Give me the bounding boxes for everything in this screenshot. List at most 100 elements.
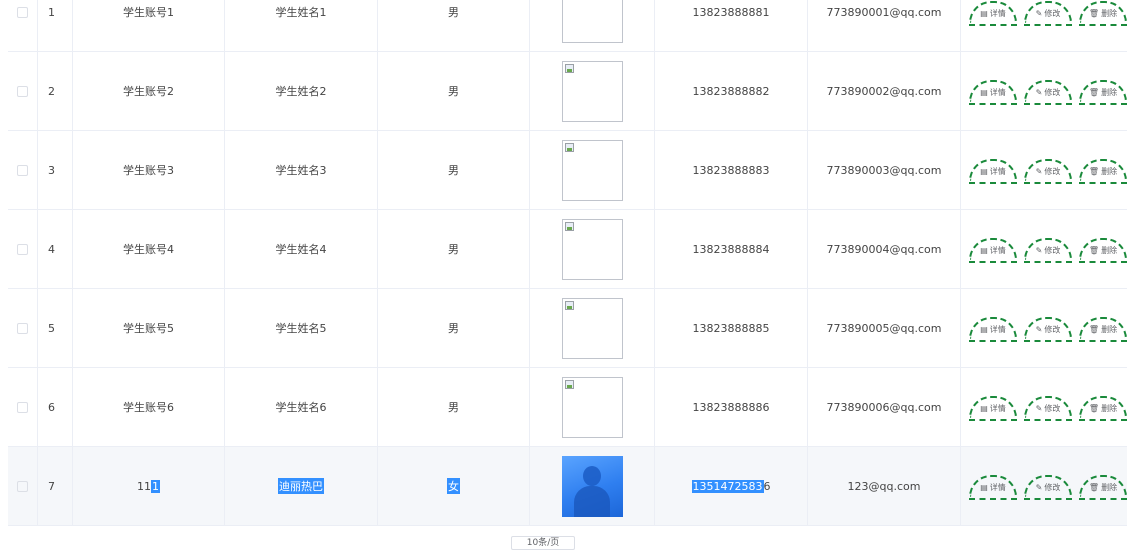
table-row: 2 学生账号2 学生姓名2 男 13823888882 773890002@qq…	[8, 52, 1127, 131]
row-checkbox[interactable]	[17, 6, 28, 18]
broken-image	[561, 297, 623, 359]
row-actions: ▤ 详情 ✎ 修改 🗑 删除	[961, 289, 1127, 367]
cell-phone: 1351472583 6	[655, 447, 808, 525]
pencil-icon: ✎	[1035, 404, 1043, 413]
detail-button[interactable]: ▤ 详情	[969, 317, 1017, 342]
pencil-icon: ✎	[1035, 325, 1043, 334]
cell-phone: 13823888884	[655, 210, 808, 288]
broken-image-icon	[564, 63, 574, 73]
trash-icon: 🗑	[1088, 325, 1100, 334]
broken-image	[561, 376, 623, 438]
row-actions: ▤ 详情 ✎ 修改 🗑 删除	[961, 0, 1127, 51]
row-index: 3	[38, 131, 73, 209]
cell-account: 学生账号4	[73, 210, 225, 288]
edit-button[interactable]: ✎ 修改	[1024, 238, 1072, 263]
document-icon: ▤	[980, 9, 988, 18]
trash-icon: 🗑	[1088, 246, 1100, 255]
document-icon: ▤	[980, 404, 988, 413]
detail-button[interactable]: ▤ 详情	[969, 80, 1017, 105]
row-actions: ▤ 详情 ✎ 修改 🗑 删除	[961, 131, 1127, 209]
pencil-icon: ✎	[1035, 167, 1043, 176]
broken-image-icon	[564, 221, 574, 231]
trash-icon: 🗑	[1088, 88, 1100, 97]
document-icon: ▤	[980, 167, 988, 176]
selected-text: 1351472583	[691, 479, 764, 493]
student-table: 1 学生账号1 学生姓名1 男 13823888881 773890001@qq…	[8, 0, 1127, 526]
selected-text: 迪丽热巴	[278, 478, 324, 494]
edit-button[interactable]: ✎ 修改	[1024, 1, 1072, 26]
row-checkbox[interactable]	[17, 401, 28, 413]
cell-sex: 男	[378, 131, 530, 209]
pencil-icon: ✎	[1035, 9, 1043, 18]
cell-phone: 13823888885	[655, 289, 808, 367]
delete-button[interactable]: 🗑 删除	[1079, 159, 1127, 184]
detail-button[interactable]: ▤ 详情	[969, 396, 1017, 421]
row-checkbox[interactable]	[17, 480, 28, 492]
detail-button[interactable]: ▤ 详情	[969, 159, 1017, 184]
selected-text: 1	[151, 479, 160, 493]
cell-account: 学生账号6	[73, 368, 225, 446]
row-index: 4	[38, 210, 73, 288]
cell-name: 学生姓名4	[225, 210, 378, 288]
page-size-select[interactable]: 10条/页	[511, 536, 575, 550]
trash-icon: 🗑	[1088, 404, 1100, 413]
trash-icon: 🗑	[1088, 167, 1100, 176]
cell-email: 773890004@qq.com	[808, 210, 961, 288]
row-actions: ▤ 详情 ✎ 修改 🗑 删除	[961, 368, 1127, 446]
edit-button[interactable]: ✎ 修改	[1024, 317, 1072, 342]
delete-button[interactable]: 🗑 删除	[1079, 238, 1127, 263]
row-actions: ▤ 详情 ✎ 修改 🗑 删除	[961, 52, 1127, 130]
cell-phone: 13823888882	[655, 52, 808, 130]
cell-name: 学生姓名5	[225, 289, 378, 367]
document-icon: ▤	[980, 88, 988, 97]
cell-phone: 13823888881	[655, 0, 808, 51]
table-row: 5 学生账号5 学生姓名5 男 13823888885 773890005@qq…	[8, 289, 1127, 368]
table-row: 6 学生账号6 学生姓名6 男 13823888886 773890006@qq…	[8, 368, 1127, 447]
cell-email: 773890002@qq.com	[808, 52, 961, 130]
row-checkbox[interactable]	[17, 164, 28, 176]
broken-image	[561, 0, 623, 43]
cell-sex: 男	[378, 210, 530, 288]
broken-image-icon	[564, 379, 574, 389]
cell-account: 11 1	[73, 447, 225, 525]
detail-button[interactable]: ▤ 详情	[969, 1, 1017, 26]
trash-icon: 🗑	[1088, 9, 1100, 18]
edit-button[interactable]: ✎ 修改	[1024, 80, 1072, 105]
delete-button[interactable]: 🗑 删除	[1079, 317, 1127, 342]
pencil-icon: ✎	[1035, 483, 1043, 492]
delete-button[interactable]: 🗑 删除	[1079, 1, 1127, 26]
table-row: 3 学生账号3 学生姓名3 男 13823888883 773890003@qq…	[8, 131, 1127, 210]
row-checkbox[interactable]	[17, 85, 28, 97]
edit-button[interactable]: ✎ 修改	[1024, 159, 1072, 184]
cell-account: 学生账号5	[73, 289, 225, 367]
cell-email: 773890003@qq.com	[808, 131, 961, 209]
row-checkbox[interactable]	[17, 243, 28, 255]
delete-button[interactable]: 🗑 删除	[1079, 80, 1127, 105]
document-icon: ▤	[980, 325, 988, 334]
document-icon: ▤	[980, 246, 988, 255]
broken-image-icon	[564, 142, 574, 152]
cell-name: 学生姓名2	[225, 52, 378, 130]
cell-phone: 13823888886	[655, 368, 808, 446]
cell-email: 773890001@qq.com	[808, 0, 961, 51]
table-row: 7 11 1 迪丽热巴 女 1351472583 6 123@qq.com ▤ 详情 …	[8, 447, 1127, 526]
row-index: 5	[38, 289, 73, 367]
cell-account: 学生账号1	[73, 0, 225, 51]
row-index: 1	[38, 0, 73, 51]
cell-sex: 男	[378, 289, 530, 367]
selected-text: 女	[447, 478, 460, 494]
cell-account: 学生账号2	[73, 52, 225, 130]
row-checkbox[interactable]	[17, 322, 28, 334]
row-index: 6	[38, 368, 73, 446]
cell-email: 123@qq.com	[808, 447, 961, 525]
detail-button[interactable]: ▤ 详情	[969, 475, 1017, 500]
cell-name: 学生姓名1	[225, 0, 378, 51]
edit-button[interactable]: ✎ 修改	[1024, 396, 1072, 421]
edit-button[interactable]: ✎ 修改	[1024, 475, 1072, 500]
table-row: 4 学生账号4 学生姓名4 男 13823888884 773890004@qq…	[8, 210, 1127, 289]
detail-button[interactable]: ▤ 详情	[969, 238, 1017, 263]
delete-button[interactable]: 🗑 删除	[1079, 475, 1127, 500]
broken-image	[561, 139, 623, 201]
row-index: 7	[38, 447, 73, 525]
delete-button[interactable]: 🗑 删除	[1079, 396, 1127, 421]
